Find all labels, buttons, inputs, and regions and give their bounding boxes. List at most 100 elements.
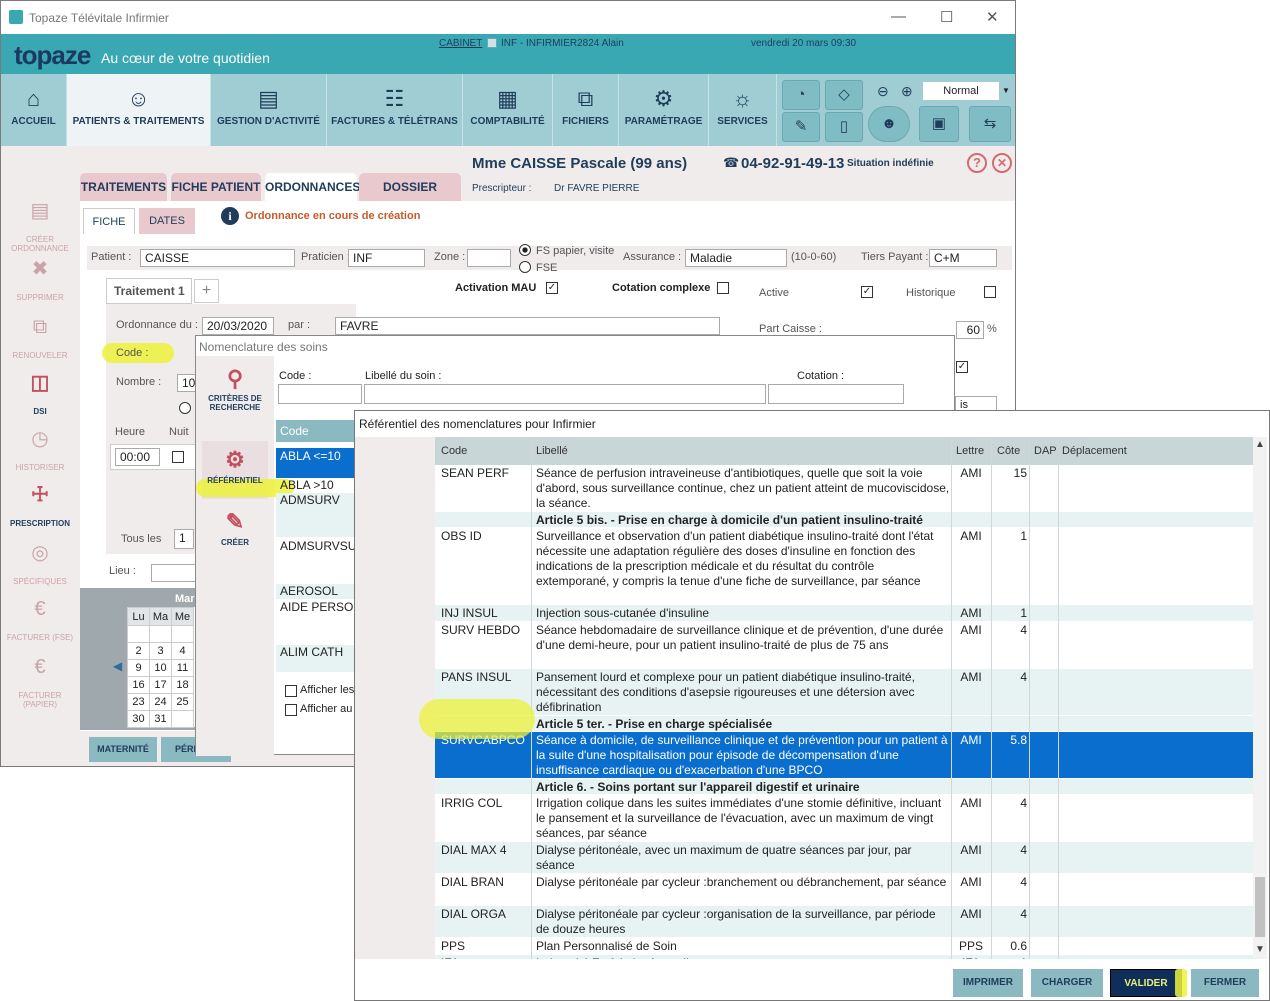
calendar-day[interactable]: 16 (127, 676, 150, 694)
par-field[interactable]: FAVRE (335, 317, 720, 335)
pen-icon[interactable]: ✎ (782, 112, 820, 142)
creer-button[interactable]: ✎ CRÉER (200, 506, 270, 547)
calendar-day[interactable]: 11 (171, 659, 194, 677)
calendar-day[interactable]: 9 (127, 659, 150, 677)
profile-icon[interactable]: ☻ (868, 106, 910, 142)
part-caisse-field[interactable]: 60 (956, 321, 984, 339)
table-row[interactable]: DIAL MAX 4 Dialyse péritonéale, avec un m… (435, 842, 1253, 874)
tous-field[interactable]: 1 (174, 529, 194, 549)
sidebar-dsi[interactable]: ◫ DSI (5, 373, 75, 416)
table-row[interactable]: DIAL ORGA Dialyse péritonéale par cycleur… (435, 906, 1253, 938)
table-row[interactable]: PANS INSUL Pansement lourd et complexe po… (435, 669, 1253, 716)
cabinet-link[interactable]: CABINET (439, 38, 482, 49)
close-circle-icon[interactable]: ✕ (992, 153, 1012, 173)
maximize-icon[interactable]: ☐ (940, 8, 953, 26)
zoom-select[interactable]: Normal (923, 82, 999, 100)
sidebar-specifiques[interactable]: ◎ SPÉCIFIQUES (5, 543, 75, 586)
historique-checkbox[interactable] (984, 286, 996, 298)
tab-traitement-1[interactable]: Traitement 1 (106, 278, 192, 304)
nomen-col-code[interactable]: Code (276, 420, 356, 442)
scroll-up-icon[interactable]: ▲ (1255, 439, 1265, 450)
calendar-day[interactable]: 23 (127, 693, 150, 711)
table-row[interactable]: SEAN PERF Séance de perfusion intraveineu… (435, 465, 1253, 512)
nav-patients[interactable]: ☺ PATIENTS & TRAITEMENTS (67, 74, 211, 146)
phone-icon[interactable]: ▯ (825, 112, 863, 142)
charger-button[interactable]: CHARGER (1031, 969, 1103, 997)
praticien-select[interactable]: INF (348, 249, 425, 267)
sidebar-facturer-fse[interactable]: € FACTURER (FSE) (5, 599, 75, 642)
help-icon[interactable]: ? (967, 153, 987, 173)
nav-fichiers[interactable]: ⧉ FICHIERS (553, 74, 619, 146)
calendar-day[interactable]: 3 (149, 642, 172, 660)
maternite-button[interactable]: MATERNITÉ (89, 737, 157, 762)
afficher-les-checkbox[interactable] (285, 685, 297, 697)
col-header-deplacement[interactable]: Déplacement (1062, 445, 1127, 457)
col-header-dap[interactable]: DAP (1034, 445, 1057, 457)
calendar-day[interactable]: 10 (149, 659, 172, 677)
criteres-button[interactable]: ⚲ CRITÈRES DE RECHERCHE (200, 364, 270, 412)
active-checkbox[interactable]: ✓ (861, 286, 873, 298)
nomen-row[interactable]: ADMSURV (276, 493, 356, 537)
calendar-day[interactable]: 2 (127, 642, 150, 660)
scroll-down-icon[interactable]: ▼ (1255, 944, 1265, 955)
patient-field[interactable]: CAISSE (140, 249, 295, 267)
assurance-select[interactable]: Maladie (685, 249, 787, 267)
sidebar-renouveler[interactable]: ⧉ RENOUVELER (5, 317, 75, 360)
nomen-cotation-field[interactable] (768, 384, 904, 404)
calendar-day[interactable]: 25 (171, 693, 194, 711)
card-icon[interactable]: ▣ (919, 106, 959, 142)
sidebar-prescription[interactable]: ☩ PRESCRIPTION (5, 485, 75, 528)
valider-button[interactable]: VALIDER (1110, 969, 1182, 997)
col-header-code[interactable]: Code (441, 445, 467, 457)
subtab-dates[interactable]: DATES (139, 208, 195, 234)
table-row[interactable]: INJ INSUL Injection sous-cutanée d'insuli… (435, 605, 1253, 622)
option-radio[interactable] (179, 402, 191, 414)
subtab-fiche[interactable]: FICHE (83, 208, 135, 234)
calendar-day[interactable] (127, 625, 150, 643)
tab-fiche-patient[interactable]: FICHE PATIENT (171, 173, 261, 201)
calendar-day[interactable]: 17 (149, 676, 172, 694)
table-row[interactable]: DIAL BRAN Dialyse péritonéale par cycleur… (435, 874, 1253, 906)
scrollbar[interactable]: ▲ ▼ (1253, 437, 1267, 959)
sidebar-creer-ordonnance[interactable]: ▤ CRÉER ORDONNANCE (5, 201, 75, 253)
nav-gestion[interactable]: ▤ GESTION D'ACTIVITÉ (211, 74, 327, 146)
col-header-lettre[interactable]: Lettre (956, 445, 984, 457)
nuit-checkbox[interactable] (172, 451, 184, 463)
imprimer-button[interactable]: IMPRIMER (953, 969, 1023, 997)
bandage-icon[interactable]: ◇ (825, 80, 863, 110)
nomen-row[interactable]: ABLA >10 (276, 478, 356, 493)
ordonnance-date-field[interactable]: 20/03/2020 (202, 317, 274, 335)
table-row[interactable]: SURVCABPCO Séance à domicile, de surveill… (435, 732, 1253, 779)
user-checkbox[interactable] (487, 38, 497, 48)
section-row[interactable]: Article 5 ter. - Prise en charge spécial… (435, 716, 1253, 732)
minimize-icon[interactable]: — (891, 8, 906, 25)
scroll-thumb[interactable] (1255, 877, 1265, 937)
referentiel-button[interactable]: ⚙ RÉFÉRENTIEL (200, 444, 270, 485)
col-header-libelle[interactable]: Libellé (536, 445, 568, 457)
chevron-down-icon[interactable]: ▼ (1002, 86, 1010, 95)
nav-parametrage[interactable]: ⚙ PARAMÉTRAGE (619, 74, 709, 146)
nav-factures[interactable]: ☷ FACTURES & TÉLÉTRANS (327, 74, 463, 146)
section-row[interactable]: Article 5 bis. - Prise en charge à domic… (435, 512, 1253, 528)
table-row[interactable]: OBS ID Surveillance et observation d'un p… (435, 528, 1253, 605)
tab-ordonnances[interactable]: ORDONNANCES (265, 173, 360, 201)
col-header-cote[interactable]: Côte (997, 445, 1020, 457)
fs-papier-radio[interactable] (519, 244, 531, 256)
calendar-day[interactable] (171, 710, 194, 728)
nomen-row[interactable]: AIDE PERSO (276, 600, 356, 644)
transfer-icon[interactable]: ⇆ (969, 106, 1011, 142)
nomen-code-field[interactable] (278, 384, 362, 404)
extra-checkbox[interactable]: ✓ (956, 361, 968, 373)
nav-comptabilite[interactable]: ▦ COMPTABILITÉ (463, 74, 553, 146)
section-row[interactable]: Article 6. - Soins portant sur l'apparei… (435, 779, 1253, 795)
sidebar-facturer-papier[interactable]: € FACTURER (PAPIER) (5, 657, 75, 709)
calendar-day[interactable]: 31 (149, 710, 172, 728)
calendar-day[interactable]: 24 (149, 693, 172, 711)
sidebar-historiser[interactable]: ◷ HISTORISER (5, 429, 75, 472)
close-icon[interactable]: ✕ (986, 8, 999, 26)
heure-field[interactable]: 00:00 (115, 448, 160, 466)
sidebar-supprimer[interactable]: ✖ SUPPRIMER (5, 259, 75, 302)
nav-accueil[interactable]: ⌂ ACCUEIL (1, 74, 67, 146)
nomen-row[interactable]: ADMSURVSU (276, 539, 356, 583)
table-row[interactable]: IFAIndemnité Forfaitaire AnnuelleIFA1 (435, 955, 1253, 959)
